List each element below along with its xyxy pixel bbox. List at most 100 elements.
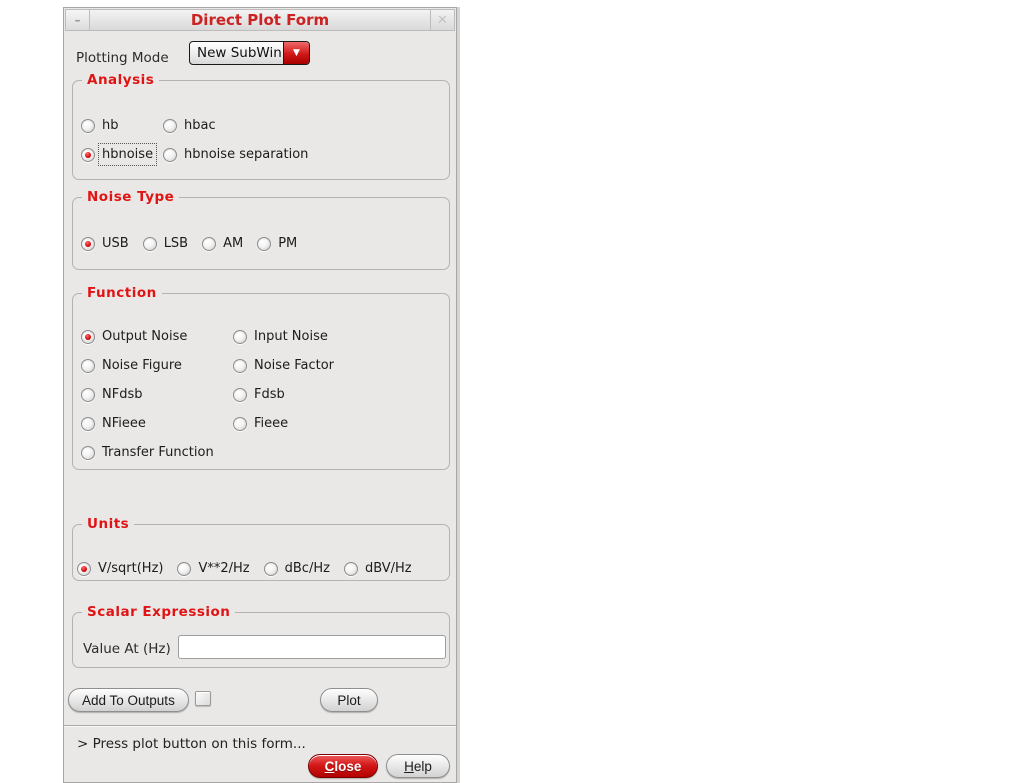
function-radio-option[interactable]: Noise Figure <box>81 351 233 380</box>
value-at-hz-label: Value At (Hz) <box>83 641 171 657</box>
noise-type-radio-option[interactable]: USB <box>81 229 129 258</box>
direct-plot-form-window: – Direct Plot Form ✕ Plotting Mode New S… <box>63 7 457 783</box>
plot-button[interactable]: Plot <box>320 688 378 712</box>
radio-option-label: hb <box>102 118 119 133</box>
units-options: V/sqrt(Hz) V**2/Hz dBc/Hz dBV/Hz <box>77 554 441 583</box>
function-radio-option[interactable]: Noise Factor <box>233 351 441 380</box>
form-content: Plotting Mode New SubWin ▼ Analysis hb h… <box>64 41 456 752</box>
radio-button-icon[interactable] <box>177 561 192 576</box>
noise-type-radio-option[interactable]: LSB <box>142 229 189 258</box>
analysis-radio-option[interactable]: hbac <box>163 111 441 140</box>
radio-button-icon[interactable] <box>163 118 177 133</box>
group-analysis: Analysis hb hbac hbnoise hbnoise separat… <box>72 72 450 180</box>
function-radio-option[interactable]: Fieee <box>233 409 441 438</box>
group-noise-type-title: Noise Type <box>82 189 180 205</box>
radio-button-icon[interactable] <box>77 561 91 576</box>
minimize-button[interactable]: – <box>66 10 90 30</box>
close-icon: ✕ <box>437 12 448 28</box>
noise-type-options: USB LSB AM PM <box>81 229 441 258</box>
radio-option-label: PM <box>278 236 298 251</box>
plotting-mode-value: New SubWin <box>197 45 282 61</box>
function-radio-option[interactable]: Input Noise <box>233 322 441 351</box>
noise-type-radio-option[interactable]: AM <box>202 229 243 258</box>
radio-option-label: dBV/Hz <box>364 561 412 576</box>
radio-option-label: USB <box>102 236 129 251</box>
window-title: Direct Plot Form <box>190 11 330 29</box>
radio-option-label: Input Noise <box>254 329 328 344</box>
radio-option-label: AM <box>223 236 244 251</box>
radio-option-label: dBc/Hz <box>284 561 330 576</box>
radio-option-label: Fieee <box>254 416 289 431</box>
radio-button-icon[interactable] <box>81 416 95 431</box>
function-radio-option[interactable]: Fdsb <box>233 380 441 409</box>
title-bar[interactable]: – Direct Plot Form ✕ <box>65 9 455 31</box>
radio-button-icon[interactable] <box>81 329 95 344</box>
radio-button-icon[interactable] <box>81 445 95 460</box>
radio-button-icon[interactable] <box>233 387 247 402</box>
radio-option-label: NFdsb <box>102 387 143 402</box>
radio-option-label: hbnoise <box>97 143 158 166</box>
radio-button-icon[interactable] <box>81 358 95 373</box>
radio-button-icon[interactable] <box>233 329 247 344</box>
group-analysis-title: Analysis <box>82 72 160 88</box>
chevron-down-icon[interactable]: ▼ <box>283 42 309 64</box>
function-options: Output Noise Input Noise Noise Figure No… <box>81 322 441 467</box>
group-units-title: Units <box>82 516 135 532</box>
function-radio-option[interactable]: NFieee <box>81 409 233 438</box>
radio-button-icon[interactable] <box>233 416 247 431</box>
radio-button-icon[interactable] <box>81 236 95 251</box>
plotting-mode-dropdown[interactable]: New SubWin ▼ <box>189 41 310 65</box>
add-to-outputs-button[interactable]: Add To Outputs <box>68 688 189 712</box>
analysis-radio-option[interactable]: hb <box>81 111 163 140</box>
radio-button-icon[interactable] <box>263 561 278 576</box>
radio-button-icon[interactable] <box>343 561 358 576</box>
radio-button-icon[interactable] <box>142 236 157 251</box>
radio-option-label: LSB <box>163 236 189 251</box>
separator-line <box>64 725 456 727</box>
radio-button-icon[interactable] <box>257 236 272 251</box>
radio-option-label: V**2/Hz <box>198 561 250 576</box>
radio-option-label: Noise Factor <box>254 358 334 373</box>
help-button[interactable]: Help <box>386 754 450 778</box>
units-radio-option[interactable]: V/sqrt(Hz) <box>77 554 163 583</box>
radio-button-icon[interactable] <box>233 358 247 373</box>
function-radio-option[interactable]: Output Noise <box>81 322 233 351</box>
group-function: Function Output Noise Input Noise Noise … <box>72 285 450 470</box>
group-scalar-expression: Scalar Expression Value At (Hz) <box>72 604 450 668</box>
plotting-mode-label: Plotting Mode <box>76 50 169 66</box>
units-radio-option[interactable]: V**2/Hz <box>177 554 250 583</box>
noise-type-radio-option[interactable]: PM <box>257 229 297 258</box>
group-scalar-expression-title: Scalar Expression <box>82 604 236 620</box>
dialog-buttons: Close Help <box>308 754 450 778</box>
radio-option-label: hbnoise separation <box>184 147 309 162</box>
group-function-title: Function <box>82 285 162 301</box>
group-units: Units V/sqrt(Hz) V**2/Hz dBc/Hz dBV/Hz <box>72 516 450 583</box>
function-radio-option[interactable]: Transfer Function <box>81 438 233 467</box>
analysis-radio-option[interactable]: hbnoise separation <box>163 140 441 169</box>
radio-option-label: Transfer Function <box>102 445 214 460</box>
actions-row: Add To Outputs Plot <box>68 688 450 714</box>
value-at-hz-input[interactable] <box>178 635 446 659</box>
radio-option-label: Fdsb <box>254 387 285 402</box>
close-dialog-button[interactable]: Close <box>308 754 378 778</box>
units-radio-option[interactable]: dBV/Hz <box>343 554 412 583</box>
close-button[interactable]: ✕ <box>430 10 454 30</box>
minimize-icon: – <box>74 13 81 27</box>
radio-button-icon[interactable] <box>81 118 95 133</box>
radio-button-icon[interactable] <box>81 147 95 162</box>
radio-option-label: NFieee <box>102 416 146 431</box>
radio-option-label: Output Noise <box>102 329 188 344</box>
radio-option-label: V/sqrt(Hz) <box>98 561 164 576</box>
function-radio-option[interactable]: NFdsb <box>81 380 233 409</box>
group-noise-type: Noise Type USB LSB AM PM <box>72 189 450 270</box>
plotting-mode-row: Plotting Mode New SubWin ▼ <box>72 41 450 66</box>
radio-option-label: hbac <box>184 118 216 133</box>
radio-button-icon[interactable] <box>163 147 177 162</box>
units-radio-option[interactable]: dBc/Hz <box>263 554 330 583</box>
radio-button-icon[interactable] <box>81 387 95 402</box>
radio-button-icon[interactable] <box>202 236 217 251</box>
status-message: > Press plot button on this form... <box>77 736 306 752</box>
analysis-radio-option[interactable]: hbnoise <box>81 140 163 169</box>
add-to-outputs-checkbox[interactable] <box>195 691 211 706</box>
analysis-options: hb hbac hbnoise hbnoise separation <box>81 111 441 169</box>
